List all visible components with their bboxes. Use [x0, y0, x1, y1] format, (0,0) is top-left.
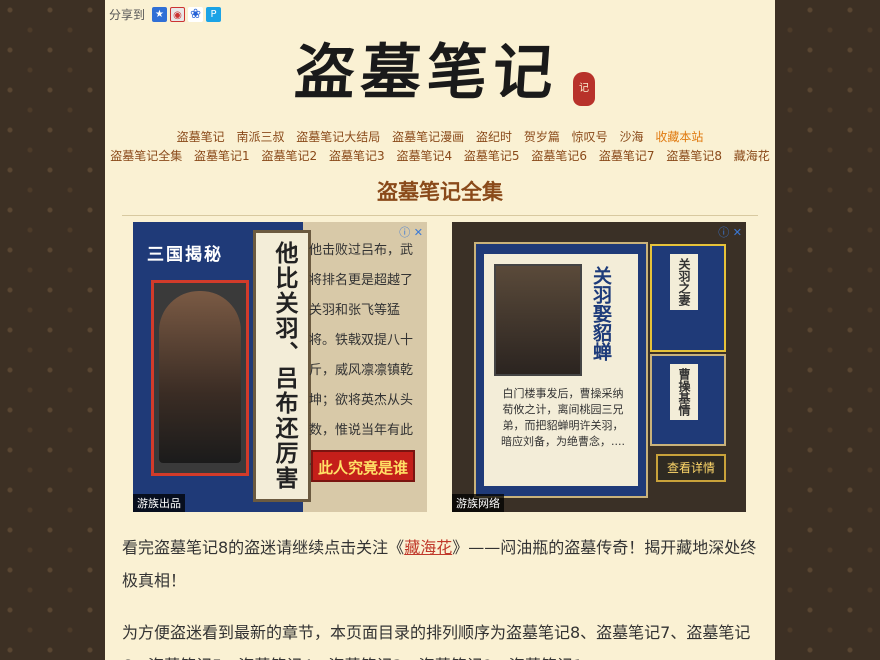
ad-cta-button[interactable]: 此人究竟是谁 — [311, 450, 415, 482]
nav-link[interactable]: 盗墓笔记4 — [396, 149, 452, 163]
ad-card-label: 曹操基情 — [670, 364, 698, 420]
nav-link[interactable]: 盗墓笔记大结局 — [296, 130, 380, 144]
share-label: 分享到 — [109, 7, 146, 22]
pengyou-icon[interactable]: P — [206, 6, 222, 22]
divider — [122, 215, 758, 216]
ad-close-icon[interactable]: ⓘ ✕ — [399, 224, 423, 240]
nav-link[interactable]: 盗墓笔记5 — [464, 149, 520, 163]
nav-link[interactable]: 盗墓笔记2 — [262, 149, 318, 163]
ad-vertical-text: 关羽娶貂蝉 — [590, 266, 612, 361]
ad-source-label: 游族出品 — [133, 494, 185, 512]
nav-link[interactable]: 盗墓笔记 — [177, 130, 225, 144]
nav-row-2: 盗墓笔记全集 盗墓笔记1 盗墓笔记2 盗墓笔记3 盗墓笔记4 盗墓笔记5 盗墓笔… — [105, 147, 775, 164]
nav-link[interactable]: 盗墓笔记7 — [599, 149, 655, 163]
nav-row-1: 盗墓笔记 南派三叔 盗墓笔记大结局 盗墓笔记漫画 盗纪时 贺岁篇 惊叹号 沙海 … — [105, 128, 775, 145]
weibo-icon[interactable]: ◉ — [170, 6, 186, 22]
nav-link[interactable]: 盗墓笔记1 — [194, 149, 250, 163]
ad-book-panel: 关羽娶貂蝉 白门楼事发后，曹操采纳荀攸之计，离间桃园三兄弟，而把貂蝉明许关羽，暗… — [474, 242, 648, 498]
intro-text-before: 看完盗墓笔记8的盗迷请继续点击关注《 — [122, 538, 405, 557]
ad-details-button[interactable]: 查看详情 — [656, 454, 726, 482]
ad-card-2[interactable]: 曹操基情 — [650, 354, 726, 446]
site-logo[interactable]: 盗墓笔记 — [293, 38, 598, 108]
nav-link[interactable]: 盗墓笔记6 — [531, 149, 587, 163]
ad-banner-left[interactable]: 三国揭秘 他比关羽、吕布还厉害 他击败过吕布，武将排名更是超越了关羽和张飞等猛将… — [133, 222, 427, 512]
nav-link[interactable]: 盗墓笔记全集 — [110, 149, 182, 163]
page-title: 盗墓笔记全集 — [377, 180, 503, 204]
nav-link[interactable]: 南派三叔 — [236, 130, 284, 144]
ad-scroll: 他比关羽、吕布还厉害 — [253, 230, 311, 502]
canghaihua-link[interactable]: 藏海花 — [404, 538, 452, 557]
ad-card-1[interactable]: 关羽之妻 — [650, 244, 726, 352]
nav-link[interactable]: 藏海花 — [734, 149, 770, 163]
portrait-image — [159, 291, 241, 463]
ad-card-label: 关羽之妻 — [670, 254, 698, 310]
nav-link[interactable]: 沙海 — [620, 130, 644, 144]
nav-link[interactable]: 盗墓笔记3 — [329, 149, 385, 163]
ad-vertical-text: 他比关羽、吕布还厉害 — [271, 241, 298, 491]
page: 分享到 ★ ◉ ❀ P 盗墓笔记 记 盗墓笔记 南派三叔 盗墓笔记大结局 盗墓笔… — [105, 0, 775, 660]
intro-paragraph: 看完盗墓笔记8的盗迷请继续点击关注《藏海花》——闷油瓶的盗墓传奇！揭开藏地深处终… — [122, 531, 758, 597]
bookmark-site-link[interactable]: 收藏本站 — [655, 130, 703, 144]
ad-description: 白门楼事发后，曹操采纳荀攸之计，离间桃园三兄弟，而把貂蝉明许关羽，暗应刘备，为绝… — [501, 387, 625, 448]
nav-link[interactable]: 惊叹号 — [572, 130, 608, 144]
ad-description: 他击败过吕布，武将排名更是超越了关羽和张飞等猛将。铁戟双提八十斤，威风凛凛镇乾坤… — [309, 243, 414, 468]
ad-source-label: 游族网络 — [452, 494, 504, 512]
order-note-paragraph: 为方便盗迷看到最新的章节，本页面目录的排列顺序为盗墓笔记8、盗墓笔记7、盗墓笔记… — [122, 623, 751, 660]
ad-banner-right[interactable]: 关羽娶貂蝉 白门楼事发后，曹操采纳荀攸之计，离间桃园三兄弟，而把貂蝉明许关羽，暗… — [452, 222, 746, 512]
share-bar: 分享到 ★ ◉ ❀ P — [109, 5, 222, 23]
ad-book-page: 关羽娶貂蝉 白门楼事发后，曹操采纳荀攸之计，离间桃园三兄弟，而把貂蝉明许关羽，暗… — [484, 254, 638, 486]
ad-heading: 三国揭秘 — [147, 245, 223, 265]
qq-zone-icon[interactable]: ★ — [152, 6, 168, 22]
nav-link[interactable]: 贺岁篇 — [524, 130, 560, 144]
ad-close-icon[interactable]: ⓘ ✕ — [718, 224, 742, 240]
portrait-image — [494, 264, 582, 376]
nav-link[interactable]: 盗纪时 — [476, 130, 512, 144]
ad-portrait-frame — [151, 280, 249, 476]
nav-link[interactable]: 盗墓笔记漫画 — [392, 130, 464, 144]
logo-seal: 记 — [573, 72, 595, 106]
nav-link[interactable]: 盗墓笔记8 — [666, 149, 722, 163]
baidu-icon[interactable]: ❀ — [188, 6, 204, 22]
